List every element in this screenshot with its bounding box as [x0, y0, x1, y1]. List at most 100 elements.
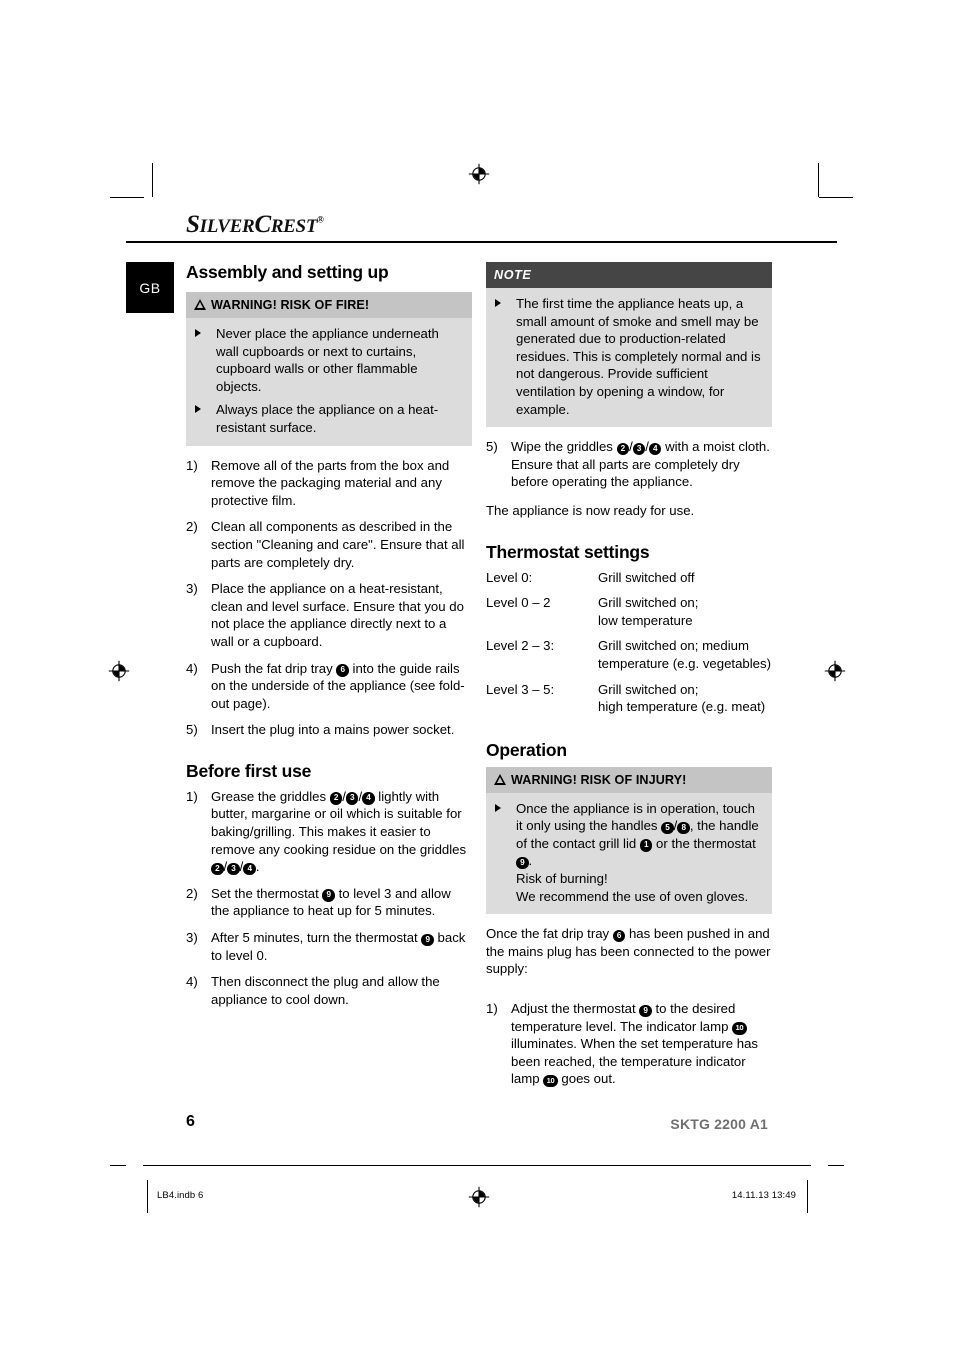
crop-mark-top-left-horizontal — [110, 197, 144, 198]
footer-bar-right — [807, 1180, 808, 1213]
table-cell-level: Level 0 – 2 — [486, 595, 551, 611]
page-title-thermostat-settings: Thermostat settings — [486, 541, 650, 562]
page-number: 6 — [186, 1113, 195, 1130]
list-item: 1) Adjust the thermostat 9 to the desired… — [486, 1000, 772, 1088]
left-column: Assembly and setting up WARNING! RISK OF… — [186, 262, 472, 1008]
list-item-number: 4) — [186, 660, 198, 676]
crop-mark-top-right-horizontal — [819, 197, 853, 198]
part-reference-4: 4 — [648, 442, 662, 456]
warning-caption-fire-text: WARNING! RISK OF FIRE! — [211, 298, 370, 312]
list-item-text: Insert the plug into a mains power socke… — [211, 722, 455, 738]
list-item-text-pre: Grease the griddles — [211, 788, 330, 804]
warning-triangle-icon — [194, 299, 206, 310]
arrow-bullet-icon — [495, 803, 501, 812]
table-cell-level: Level 2 – 3: — [486, 638, 555, 654]
list-item: 5) Insert the plug into a mains power soc… — [186, 721, 472, 739]
part-reference-3: 3 — [632, 442, 646, 456]
page-title-operation: Operation — [486, 739, 567, 760]
table-row: Level 0 – 2 Grill switched on; low tempe… — [486, 594, 772, 637]
list-item: 3) After 5 minutes, turn the thermostat 9… — [186, 929, 472, 964]
list-item: The first time the appliance heats up, a… — [494, 295, 762, 418]
document-page: SILVERCREST® GB Assembly and setting up … — [0, 0, 954, 1350]
page-title-before-first-use: Before first use — [186, 760, 312, 781]
list-item-text-post: goes out. — [557, 1071, 616, 1087]
warning-caption-injury-text: WARNING! RISK OF INJURY! — [511, 772, 687, 787]
language-tab-gb: GB — [126, 262, 174, 313]
list-item-text-pre: Push the fat drip tray — [211, 660, 337, 676]
table-row: Level 2 – 3: Grill switched on; medium t… — [486, 637, 772, 680]
part-reference-6: 6 — [612, 929, 626, 943]
list-item-text: Always place the appliance on a heat-res… — [216, 402, 439, 435]
brand-logo-s: S — [186, 211, 200, 238]
right-column: NOTE The first time the appliance heats … — [486, 262, 772, 1088]
list-item-number: 1) — [186, 457, 198, 473]
warning-triangle-icon — [494, 773, 506, 785]
note-body: The first time the appliance heats up, a… — [486, 288, 772, 428]
list-item: 3) Place the appliance on a heat-resistan… — [186, 580, 472, 650]
list-item: 1) Remove all of the parts from the box a… — [186, 457, 472, 510]
list-item-number: 1) — [486, 1001, 498, 1017]
list-item-text: Remove all of the parts from the box and… — [211, 457, 450, 508]
footer-tick-left — [110, 1165, 126, 1166]
arrow-bullet-icon — [195, 405, 201, 414]
list-item-number: 4) — [186, 974, 198, 990]
warning-body-fire: Never place the appliance underneath wal… — [186, 318, 472, 446]
list-item-text-post: . — [528, 853, 533, 869]
page-title-assembly: Assembly and setting up — [186, 262, 389, 282]
warning-line-risk-of-burning: Risk of burning! — [516, 871, 608, 887]
registration-mark-bottom — [468, 1186, 490, 1208]
registration-mark-top — [468, 163, 490, 185]
part-reference-9: 9 — [516, 856, 529, 870]
table-cell-description: Grill switched on; medium temperature (e… — [598, 638, 771, 671]
warning-line-oven-gloves: We recommend the use of oven gloves. — [516, 888, 749, 904]
part-reference-9: 9 — [639, 1004, 652, 1018]
warning-caption-injury: WARNING! RISK OF INJURY! — [486, 766, 772, 793]
table-row: Level 3 – 5: Grill switched on; high tem… — [486, 681, 772, 724]
brand-logo-rest: REST — [270, 216, 318, 237]
table-cell-level: Level 3 – 5: — [486, 681, 555, 697]
part-reference-1: 1 — [639, 839, 653, 852]
list-item-number: 1) — [186, 788, 198, 804]
registered-trademark-icon: ® — [317, 214, 324, 225]
operation-intro-text: Once the fat drip tray 6 has been pushed… — [486, 925, 772, 978]
list-item: Never place the appliance underneath wal… — [194, 325, 462, 395]
brand-logo-ilver: ILVER — [199, 216, 255, 237]
before-first-use-list: 1) Grease the griddles 2/3/4 lightly with… — [186, 788, 472, 1009]
assembly-steps-list: 1) Remove all of the parts from the box a… — [186, 457, 472, 739]
list-item-text: Then disconnect the plug and allow the a… — [211, 974, 440, 1007]
warning-box-fire: WARNING! RISK OF FIRE! Never place the a… — [186, 292, 472, 446]
crop-mark-top-left-vertical — [152, 163, 153, 197]
list-item: 4) Then disconnect the plug and allow the… — [186, 973, 472, 1008]
table-row: Level 0: Grill switched off — [486, 569, 772, 595]
table-cell-level: Level 0: — [486, 569, 533, 585]
crop-mark-top-right-vertical — [818, 163, 819, 197]
part-reference-9: 9 — [421, 933, 434, 947]
list-item-number: 5) — [186, 722, 198, 738]
brand-logo-c: C — [254, 211, 271, 238]
list-item-text-pre: Adjust the thermostat — [511, 1001, 640, 1017]
list-item: 5) Wipe the griddles 2/3/4 with a moist c… — [486, 438, 772, 491]
part-reference-10: 10 — [543, 1074, 558, 1088]
note-caption: NOTE — [486, 262, 772, 288]
list-item: 4) Push the fat drip tray 6 into the guid… — [186, 660, 472, 713]
list-item: Once the appliance is in operation, touc… — [494, 800, 762, 906]
arrow-bullet-icon — [195, 329, 201, 337]
list-item: 2) Clean all components as described in t… — [186, 518, 472, 571]
list-item: Always place the appliance on a heat-res… — [194, 401, 462, 436]
part-reference-9: 9 — [322, 889, 335, 902]
warning-caption-fire: WARNING! RISK OF FIRE! — [186, 292, 472, 318]
footer-file-name: LB4.indb 6 — [157, 1190, 204, 1201]
brand-logo: SILVERCREST® — [186, 211, 324, 239]
part-reference-4: 4 — [243, 862, 256, 876]
list-item-text-pre: After 5 minutes, turn the thermostat — [211, 930, 422, 946]
list-item-text: Place the appliance on a heat-resistant,… — [211, 581, 464, 649]
registration-mark-left — [108, 660, 130, 682]
list-item-number: 2) — [186, 885, 198, 901]
note-box: NOTE The first time the appliance heats … — [486, 262, 772, 428]
thermostat-settings-table: Level 0: Grill switched off Level 0 – 2 … — [486, 569, 772, 724]
table-cell-description: Grill switched on; low temperature — [598, 595, 699, 628]
part-reference-3: 3 — [345, 792, 359, 805]
list-item-number: 5) — [486, 439, 498, 455]
part-reference-4: 4 — [362, 792, 375, 805]
part-reference-8: 8 — [677, 821, 690, 835]
